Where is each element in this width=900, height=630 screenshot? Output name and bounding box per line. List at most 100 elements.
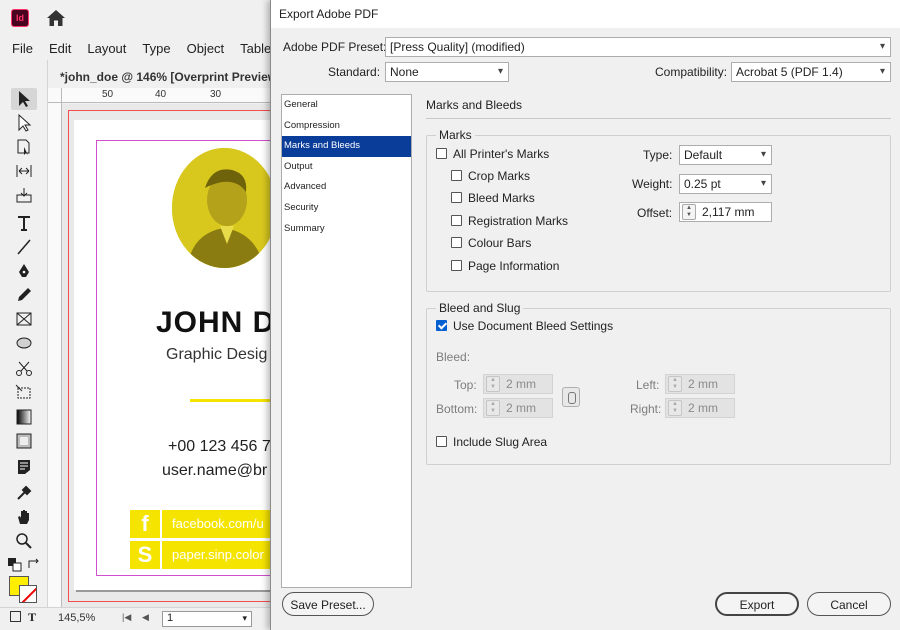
category-list: General Compression Marks and Bleeds Out…	[281, 94, 412, 588]
bleed-top-field[interactable]: ▲ ▼ 2 mm	[483, 374, 553, 394]
normal-view-icon[interactable]	[10, 611, 21, 622]
all-printers-marks-checkbox[interactable]	[436, 148, 447, 159]
note-tool-icon[interactable]	[11, 456, 37, 478]
eyedropper-tool-icon[interactable]	[11, 482, 37, 504]
bleed-marks-label[interactable]: Bleed Marks	[468, 191, 535, 205]
bleed-right-field[interactable]: ▲ ▼ 2 mm	[665, 398, 735, 418]
pen-tool-icon[interactable]	[11, 260, 37, 282]
nav-summary[interactable]: Summary	[282, 219, 411, 240]
gap-tool-icon[interactable]	[11, 160, 37, 182]
include-slug-label[interactable]: Include Slug Area	[453, 435, 547, 449]
hand-tool-icon[interactable]	[11, 506, 37, 528]
line-tool-icon[interactable]	[11, 236, 37, 258]
registration-marks-label[interactable]: Registration Marks	[468, 214, 568, 228]
stepper-arrows-icon[interactable]: ▲ ▼	[668, 376, 682, 392]
page-tool-icon[interactable]	[11, 136, 37, 158]
preset-label: Adobe PDF Preset:	[283, 40, 387, 54]
type-dropdown[interactable]: Default ▾	[679, 145, 772, 165]
preset-dropdown[interactable]: [Press Quality] (modified) ▾	[385, 37, 891, 57]
nav-marks-and-bleeds[interactable]: Marks and Bleeds	[282, 136, 411, 157]
free-transform-tool-icon[interactable]	[11, 382, 37, 404]
zoom-tool-icon[interactable]	[11, 530, 37, 552]
scissors-tool-icon[interactable]	[11, 358, 37, 380]
previous-page-icon[interactable]: ◀	[142, 612, 149, 623]
zoom-level[interactable]: 145,5%	[58, 612, 95, 624]
social-row-facebook[interactable]: f facebook.com/u	[130, 510, 273, 538]
colour-bars-label[interactable]: Colour Bars	[468, 236, 531, 250]
nav-compression[interactable]: Compression	[282, 116, 411, 137]
export-button[interactable]: Export	[715, 592, 799, 616]
menu-object[interactable]: Object	[179, 41, 233, 56]
page-information-label[interactable]: Page Information	[468, 259, 559, 273]
offset-field[interactable]: ▲ ▼ 2,117 mm	[679, 202, 772, 222]
vertical-ruler[interactable]	[48, 103, 62, 607]
card-role[interactable]: Graphic Desig	[166, 346, 267, 364]
stepper-arrows-icon[interactable]: ▲ ▼	[486, 400, 500, 416]
page-information-checkbox[interactable]	[451, 260, 462, 271]
nav-output[interactable]: Output	[282, 157, 411, 178]
card-email[interactable]: user.name@br	[162, 462, 267, 480]
compatibility-dropdown[interactable]: Acrobat 5 (PDF 1.4) ▾	[731, 62, 891, 82]
cancel-button[interactable]: Cancel	[807, 592, 891, 616]
dialog-titlebar[interactable]: Export Adobe PDF	[271, 0, 900, 28]
stroke-color-swatch[interactable]	[19, 585, 37, 603]
weight-dropdown[interactable]: 0.25 pt ▾	[679, 174, 772, 194]
bleed-bottom-label: Bottom:	[436, 402, 478, 416]
include-slug-checkbox[interactable]	[436, 436, 447, 447]
use-document-bleed-label[interactable]: Use Document Bleed Settings	[453, 319, 613, 333]
accent-rule[interactable]	[190, 399, 273, 402]
selection-tool-icon[interactable]	[11, 88, 37, 110]
pasteboard[interactable]: JOHN DO Graphic Desig +00 123 456 7 user…	[62, 104, 273, 607]
first-page-icon[interactable]: |◀	[122, 612, 131, 623]
text-formatting-icon[interactable]: T	[28, 610, 36, 625]
horizontal-ruler[interactable]: 50 40 30	[62, 88, 273, 103]
all-printers-marks-label[interactable]: All Printer's Marks	[453, 147, 549, 161]
nav-security[interactable]: Security	[282, 198, 411, 219]
save-preset-button[interactable]: Save Preset...	[282, 592, 374, 616]
direct-selection-tool-icon[interactable]	[11, 112, 37, 134]
card-name[interactable]: JOHN DO	[156, 306, 273, 340]
colour-bars-checkbox[interactable]	[451, 237, 462, 248]
ruler-origin[interactable]	[48, 88, 62, 103]
portrait-photo[interactable]	[172, 148, 273, 268]
page-number: 1	[167, 612, 174, 624]
rectangle-frame-tool-icon[interactable]	[11, 308, 37, 330]
chevron-down-icon: ▾	[879, 41, 885, 52]
bleed-bottom-field[interactable]: ▲ ▼ 2 mm	[483, 398, 553, 418]
type-tool-icon[interactable]	[11, 212, 37, 234]
menu-type[interactable]: Type	[134, 41, 178, 56]
swap-fill-stroke-icon[interactable]	[26, 554, 44, 576]
content-collector-tool-icon[interactable]	[11, 184, 37, 206]
default-fill-stroke-icon[interactable]	[6, 554, 24, 576]
crop-marks-checkbox[interactable]	[451, 170, 462, 181]
registration-marks-checkbox[interactable]	[451, 215, 462, 226]
home-icon[interactable]	[46, 9, 66, 27]
nav-general[interactable]: General	[282, 95, 411, 116]
gradient-swatch-tool-icon[interactable]	[11, 406, 37, 428]
stepper-arrows-icon[interactable]: ▲ ▼	[668, 400, 682, 416]
bleed-slug-group-title: Bleed and Slug	[436, 301, 524, 315]
use-document-bleed-checkbox[interactable]	[436, 320, 447, 331]
link-chain-icon[interactable]	[562, 387, 580, 407]
standard-dropdown[interactable]: None ▾	[385, 62, 509, 82]
menu-edit[interactable]: Edit	[41, 41, 79, 56]
nav-advanced[interactable]: Advanced	[282, 177, 411, 198]
document-tab[interactable]: *john_doe @ 146% [Overprint Preview]	[48, 66, 273, 88]
document-page[interactable]: JOHN DO Graphic Desig +00 123 456 7 user…	[74, 120, 273, 590]
compatibility-value: Acrobat 5 (PDF 1.4)	[736, 65, 843, 79]
social-row-skype[interactable]: S paper.sinp.color	[130, 541, 273, 569]
page-number-field[interactable]: 1 ▾	[162, 611, 252, 627]
gradient-feather-tool-icon[interactable]	[11, 430, 37, 452]
crop-marks-label[interactable]: Crop Marks	[468, 169, 530, 183]
bleed-left-field[interactable]: ▲ ▼ 2 mm	[665, 374, 735, 394]
stepper-arrows-icon[interactable]: ▲ ▼	[486, 376, 500, 392]
card-phone[interactable]: +00 123 456 7	[168, 438, 271, 456]
offset-value: 2,117 mm	[702, 205, 755, 219]
ellipse-tool-icon[interactable]	[11, 332, 37, 354]
stepper-arrows-icon[interactable]: ▲ ▼	[682, 204, 696, 220]
pencil-tool-icon[interactable]	[11, 284, 37, 306]
menu-layout[interactable]: Layout	[79, 41, 134, 56]
bleed-marks-checkbox[interactable]	[451, 192, 462, 203]
indesign-logo-icon[interactable]: Id	[11, 9, 29, 27]
menu-file[interactable]: File	[4, 41, 41, 56]
